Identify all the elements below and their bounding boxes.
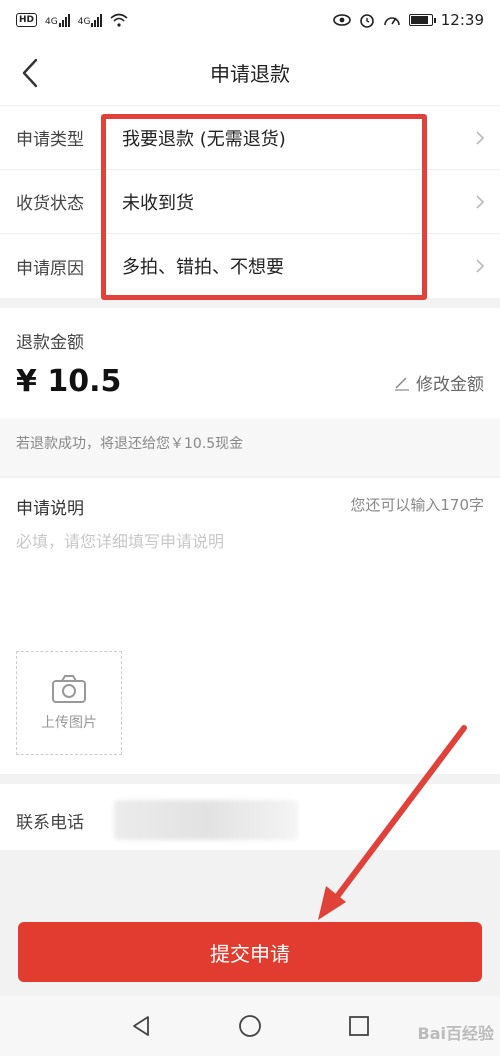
- form-row-reason[interactable]: 申请原因 多拍、错拍、不想要: [0, 234, 500, 298]
- row-label: 申请原因: [16, 258, 84, 279]
- eye-icon: [332, 14, 351, 26]
- status-bar: HD 4G 4G 12:39: [0, 0, 500, 40]
- row-label: 收货状态: [16, 194, 84, 214]
- row-label: 申请类型: [16, 130, 84, 150]
- network-type-2: 4G: [77, 16, 91, 27]
- row-value: 未收到货: [122, 192, 194, 214]
- form-row-receipt[interactable]: 收货状态 未收到货: [0, 170, 500, 234]
- refund-amount: ¥ 10.5: [16, 364, 122, 399]
- form-row-type[interactable]: 申请类型 我要退款 (无需退货): [0, 106, 500, 170]
- speed-icon: [383, 17, 400, 26]
- hd-badge: HD: [16, 13, 38, 27]
- watermark: Bai百经验: [417, 1024, 494, 1043]
- description-input[interactable]: [16, 528, 484, 628]
- description-counter: 您还可以输入170字: [350, 496, 484, 514]
- nav-home-icon[interactable]: [238, 1014, 262, 1038]
- upload-image-button[interactable]: 上传图片: [16, 651, 122, 755]
- page-title: 申请退款: [210, 62, 290, 86]
- wifi-icon: [110, 13, 128, 27]
- nav-back-icon[interactable]: [130, 1015, 152, 1037]
- description-label: 申请说明: [16, 499, 84, 519]
- upload-label: 上传图片: [41, 715, 97, 731]
- alarm-icon: [359, 14, 374, 28]
- refund-note: 若退款成功，将退还给您￥10.5现金: [16, 436, 244, 452]
- chevron-right-icon: [476, 195, 485, 209]
- chevron-right-icon: [476, 259, 485, 273]
- modify-amount-label: 修改金额: [416, 375, 484, 395]
- header-bar: 申请退款: [0, 40, 500, 106]
- submit-button[interactable]: 提交申请: [18, 922, 482, 982]
- camera-icon: [52, 675, 86, 703]
- battery-fill: [410, 16, 429, 24]
- refund-label: 退款金额: [16, 333, 84, 353]
- nav-recent-icon[interactable]: [348, 1015, 370, 1037]
- phone-label: 联系电话: [16, 813, 84, 833]
- row-value: 多拍、错拍、不想要: [122, 257, 284, 278]
- phone-field-blurred[interactable]: [114, 800, 298, 840]
- back-arrow-icon[interactable]: [14, 54, 50, 92]
- modify-amount-button[interactable]: 修改金额: [394, 370, 484, 395]
- battery-icon: [408, 14, 436, 26]
- row-value: 我要退款 (无需退货): [122, 128, 286, 150]
- chevron-right-icon: [476, 131, 485, 145]
- clock-time: 12:39: [440, 11, 484, 29]
- status-left: HD 4G 4G: [16, 13, 128, 27]
- signal-icon: 4G: [77, 13, 103, 27]
- signal-icon: 4G: [45, 13, 70, 27]
- status-right: 12:39: [332, 11, 484, 29]
- edit-pencil-icon: [395, 377, 409, 391]
- network-type-1: 4G: [45, 16, 58, 27]
